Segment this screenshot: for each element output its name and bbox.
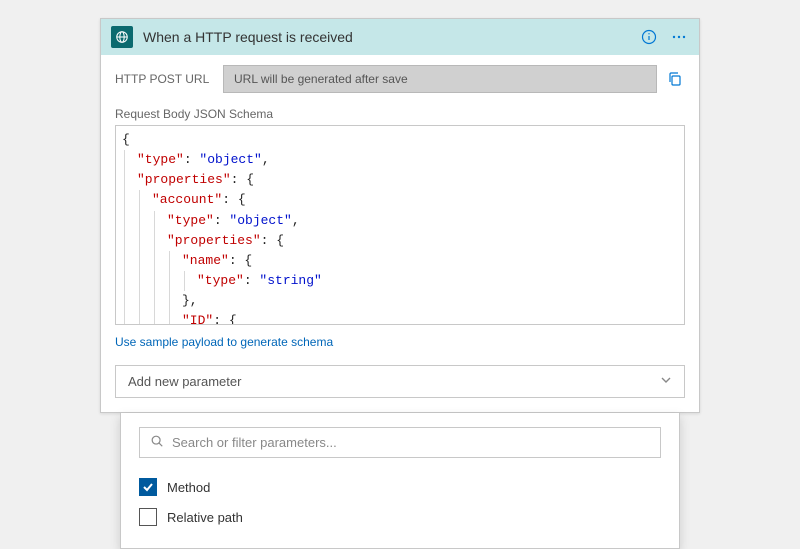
parameter-options-list: Method Relative path bbox=[139, 472, 661, 532]
parameter-search-input[interactable] bbox=[172, 435, 650, 450]
http-post-url-field: URL will be generated after save bbox=[223, 65, 657, 93]
option-label: Relative path bbox=[167, 510, 243, 525]
parameter-search-row[interactable] bbox=[139, 427, 661, 458]
copy-icon[interactable] bbox=[665, 69, 685, 89]
add-new-parameter-dropdown[interactable]: Add new parameter bbox=[115, 365, 685, 398]
info-icon[interactable] bbox=[639, 27, 659, 47]
parameter-option[interactable]: Relative path bbox=[139, 502, 661, 532]
checkbox[interactable] bbox=[139, 478, 157, 496]
checkbox[interactable] bbox=[139, 508, 157, 526]
card-title: When a HTTP request is received bbox=[143, 29, 629, 45]
search-icon bbox=[150, 434, 164, 451]
schema-textarea[interactable]: {"type": "object","properties": {"accoun… bbox=[115, 125, 685, 325]
more-icon[interactable] bbox=[669, 27, 689, 47]
http-post-url-row: HTTP POST URL URL will be generated afte… bbox=[115, 65, 685, 93]
card-header[interactable]: When a HTTP request is received bbox=[101, 19, 699, 55]
option-label: Method bbox=[167, 480, 210, 495]
use-sample-payload-link[interactable]: Use sample payload to generate schema bbox=[115, 335, 333, 349]
schema-label: Request Body JSON Schema bbox=[115, 107, 685, 121]
card-body: HTTP POST URL URL will be generated afte… bbox=[101, 55, 699, 412]
trigger-card: When a HTTP request is received HTTP POS… bbox=[100, 18, 700, 413]
chevron-down-icon bbox=[660, 374, 672, 389]
http-request-icon bbox=[111, 26, 133, 48]
add-new-parameter-label: Add new parameter bbox=[128, 374, 241, 389]
parameter-option[interactable]: Method bbox=[139, 472, 661, 502]
parameter-dropdown-panel: Method Relative path bbox=[120, 413, 680, 549]
http-post-url-label: HTTP POST URL bbox=[115, 72, 215, 86]
